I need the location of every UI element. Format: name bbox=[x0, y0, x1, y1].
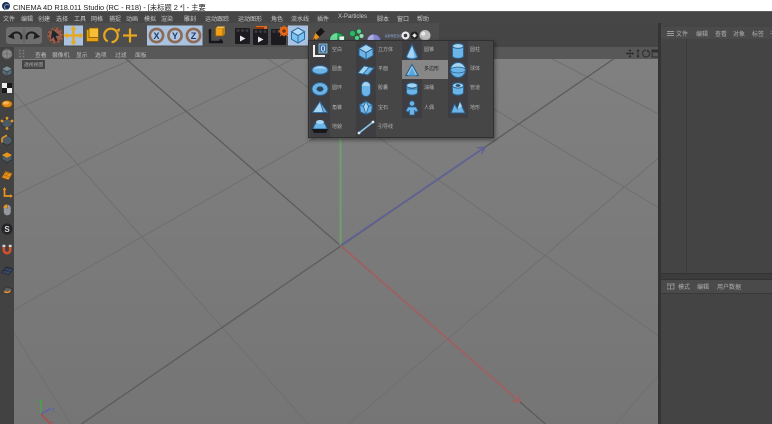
svg-text:Z: Z bbox=[191, 31, 197, 41]
svg-text:Y: Y bbox=[172, 31, 178, 41]
svg-text:X: X bbox=[153, 31, 159, 41]
svg-text:0: 0 bbox=[321, 45, 326, 54]
svg-text:Y: Y bbox=[35, 400, 39, 406]
svg-text:S: S bbox=[4, 225, 10, 234]
